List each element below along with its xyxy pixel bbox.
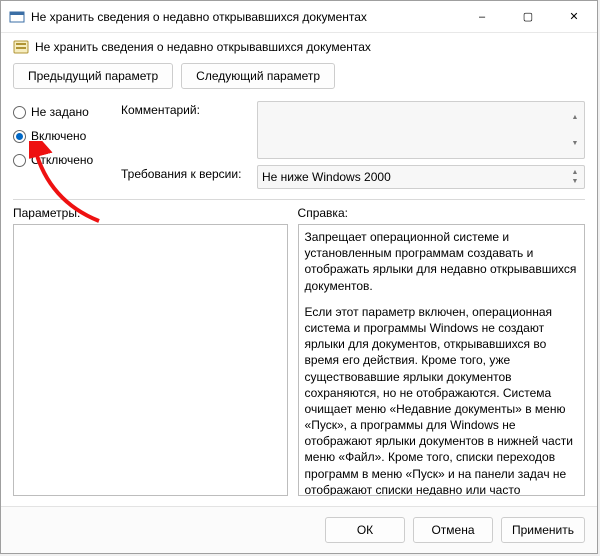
radio-disabled[interactable]: Отключено <box>13 153 113 167</box>
nav-row: Предыдущий параметр Следующий параметр <box>13 63 585 89</box>
dialog-icon <box>9 9 25 25</box>
next-setting-button[interactable]: Следующий параметр <box>181 63 335 89</box>
separator <box>13 199 585 200</box>
footer: ОК Отмена Применить <box>1 506 597 553</box>
radio-not-configured[interactable]: Не задано <box>13 105 113 119</box>
requirements-box: Не ниже Windows 2000 ▲▼ <box>257 165 585 189</box>
radio-label: Отключено <box>31 153 93 167</box>
help-pane: Справка: Запрещает операционной системе … <box>298 206 585 496</box>
radio-icon <box>13 106 26 119</box>
ok-button[interactable]: ОК <box>325 517 405 543</box>
fields: Комментарий: ▲▼ Требования к версии: Не … <box>121 101 585 189</box>
comment-input[interactable]: ▲▼ <box>257 101 585 159</box>
state-radios: Не задано Включено Отключено <box>13 101 113 189</box>
comment-row: Комментарий: ▲▼ <box>121 101 585 159</box>
dialog-window: Не хранить сведения о недавно открывавши… <box>0 0 598 554</box>
spinner-icon: ▲▼ <box>568 168 582 186</box>
titlebar: Не хранить сведения о недавно открывавши… <box>1 1 597 33</box>
cancel-button[interactable]: Отмена <box>413 517 493 543</box>
comment-label: Комментарий: <box>121 101 251 117</box>
lower-panes: Параметры: Справка: Запрещает операционн… <box>13 206 585 496</box>
help-paragraph: Если этот параметр включен, операционная… <box>305 304 578 496</box>
spinner-icon: ▲▼ <box>568 104 582 156</box>
policy-icon <box>13 39 29 55</box>
heading-text: Не хранить сведения о недавно открывавши… <box>35 40 371 54</box>
window-controls: – ▢ ✕ <box>459 1 597 32</box>
params-pane: Параметры: <box>13 206 288 496</box>
prev-setting-button[interactable]: Предыдущий параметр <box>13 63 173 89</box>
params-label: Параметры: <box>13 206 288 220</box>
title-text: Не хранить сведения о недавно открывавши… <box>31 10 459 24</box>
radio-label: Не задано <box>31 105 89 119</box>
params-box[interactable] <box>13 224 288 496</box>
dialog-body: Не хранить сведения о недавно открывавши… <box>1 33 597 506</box>
close-button[interactable]: ✕ <box>551 1 597 32</box>
radio-icon <box>13 154 26 167</box>
help-box[interactable]: Запрещает операционной системе и установ… <box>298 224 585 496</box>
help-label: Справка: <box>298 206 585 220</box>
maximize-button[interactable]: ▢ <box>505 1 551 32</box>
heading-row: Не хранить сведения о недавно открывавши… <box>13 39 585 63</box>
minimize-button[interactable]: – <box>459 1 505 32</box>
requirements-row: Требования к версии: Не ниже Windows 200… <box>121 165 585 189</box>
radio-icon <box>13 130 26 143</box>
help-paragraph: Запрещает операционной системе и установ… <box>305 229 578 294</box>
apply-button[interactable]: Применить <box>501 517 585 543</box>
requirements-label: Требования к версии: <box>121 165 251 181</box>
radio-enabled[interactable]: Включено <box>13 129 113 143</box>
radio-label: Включено <box>31 129 86 143</box>
requirements-value: Не ниже Windows 2000 <box>262 170 391 184</box>
config-area: Не задано Включено Отключено Комментарий… <box>13 101 585 189</box>
